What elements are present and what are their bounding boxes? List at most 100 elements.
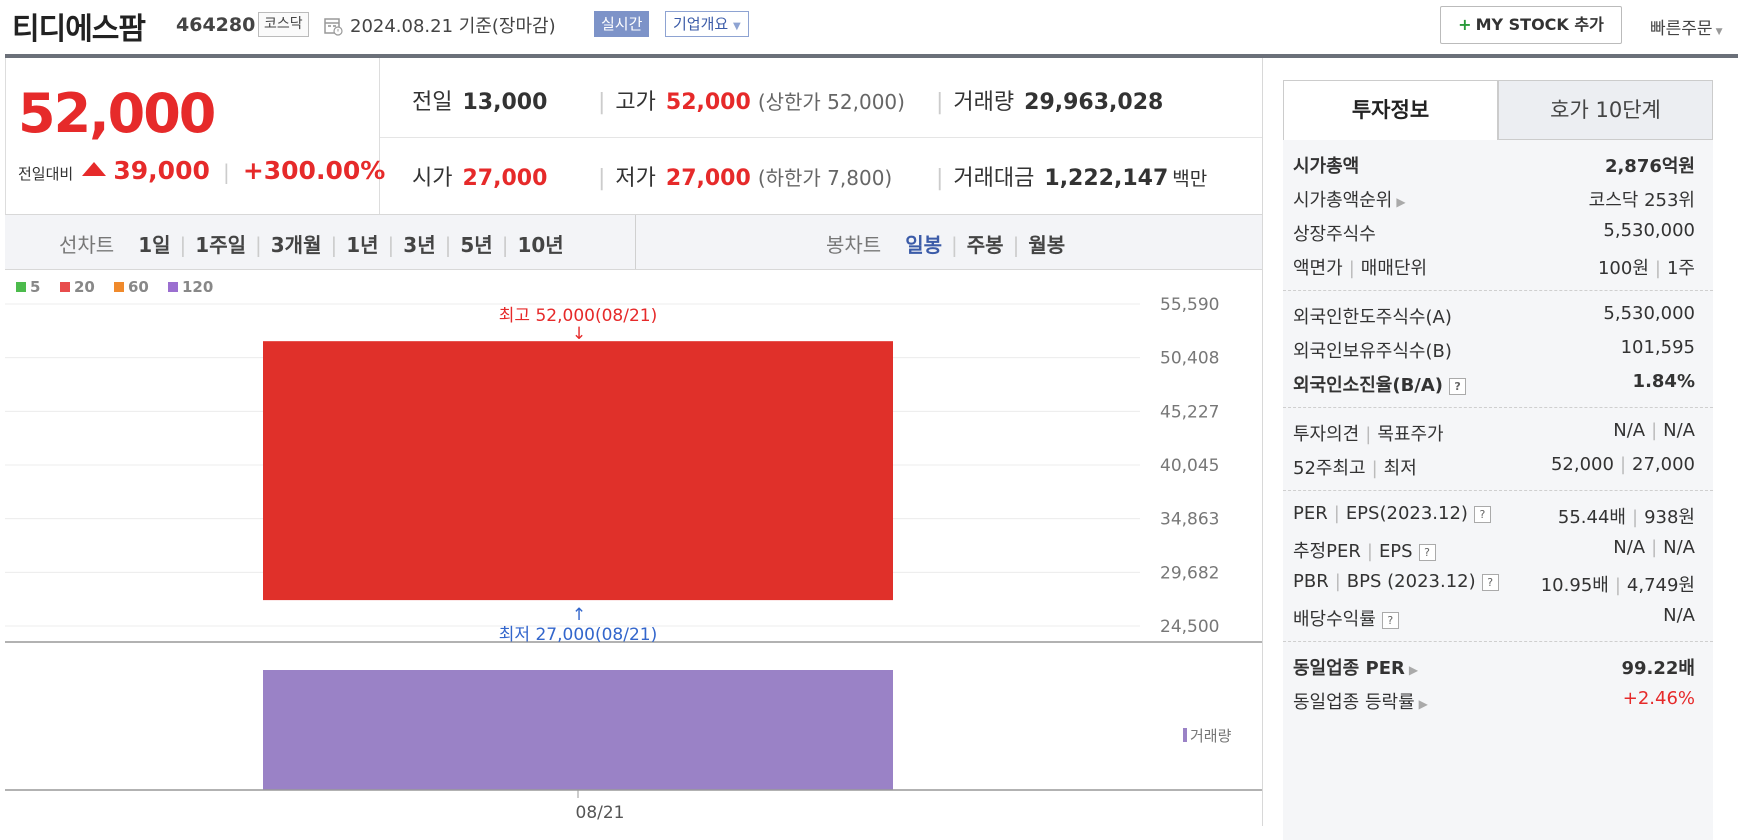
add-mystock-button[interactable]: + MY STOCK 추가: [1440, 6, 1622, 44]
info-table: 시가총액 2,876억원 시가총액순위 ▶ 코스닥 253위 상장주식수 5,530,0…: [1283, 140, 1713, 840]
line-period-0[interactable]: 1일: [138, 233, 170, 257]
help-icon[interactable]: ?: [1381, 612, 1399, 629]
info-value-part: 100원: [1597, 258, 1649, 279]
up-arrow-icon: [82, 162, 107, 176]
help-icon[interactable]: ?: [1449, 378, 1467, 395]
line-chart-periods: 선차트 1일 | 1주일 | 3개월 | 1년 | 3년 | 5년 | 10년: [59, 229, 564, 258]
divider: |: [255, 233, 262, 257]
divider: |: [501, 233, 509, 257]
info-value-part: N/A: [1663, 537, 1695, 558]
y-tick-5: 29,682: [1160, 563, 1219, 583]
tab-orderbook-10[interactable]: 호가 10단계: [1498, 80, 1713, 140]
stat-open: 시가 27,000: [412, 160, 547, 192]
info-section-opinion: 투자의견 | 목표주가 N/A | N/A 52주최고 | 최저 52,000 | 27,000: [1283, 408, 1713, 491]
info-value: 100원 | 1주: [1598, 254, 1695, 280]
info-label: 추정PER | EPS?: [1293, 537, 1436, 563]
info-row: 외국인보유주식수(B) 101,595: [1283, 331, 1713, 365]
help-icon[interactable]: ?: [1473, 506, 1491, 523]
legend-swatch-3: [168, 282, 178, 292]
divider: |: [936, 166, 944, 191]
sector-per-link[interactable]: 동일업종 PER ▶: [1293, 654, 1418, 680]
info-section-market: 시가총액 2,876억원 시가총액순위 ▶ 코스닥 253위 상장주식수 5,530,0…: [1283, 140, 1713, 291]
help-icon[interactable]: ?: [1481, 574, 1499, 591]
candle-chart-label: 봉차트: [826, 233, 882, 257]
info-label: 동일업종 등락률: [1293, 692, 1415, 713]
tab-investment-info[interactable]: 투자정보: [1283, 80, 1498, 140]
info-row: 시가총액순위 ▶ 코스닥 253위: [1283, 180, 1713, 214]
current-price: 52,000: [18, 82, 216, 145]
price-stats: 전일 13,000 | 고가 52,000 (상한가 52,000) | 거래량 29,9…: [380, 58, 1262, 214]
info-value: N/A | N/A: [1613, 537, 1695, 558]
divider: |: [1366, 541, 1373, 562]
volume-legend-swatch: [1183, 728, 1187, 742]
candle-period-1[interactable]: 주봉: [967, 233, 1004, 257]
divider: |: [1333, 503, 1340, 524]
info-value: 99.22배: [1621, 658, 1696, 679]
info-label-part: 추정PER: [1293, 541, 1361, 562]
info-value-part: 4,749원: [1626, 575, 1695, 596]
stat-label: 거래대금: [953, 166, 1035, 191]
divider: |: [1614, 575, 1621, 596]
info-label-part: 배당수익률: [1293, 609, 1376, 630]
info-row: 시가총액 2,876억원: [1283, 146, 1713, 180]
info-row: 동일업종 등락률 ▶ +2.46%: [1283, 682, 1713, 716]
company-overview-dropdown[interactable]: 기업개요 ▼: [665, 11, 749, 37]
upper-limit: (상한가 52,000): [757, 90, 905, 114]
info-value: 코스닥 253위: [1588, 190, 1695, 211]
stat-label: 거래량: [953, 90, 1015, 115]
candle-period-2[interactable]: 월봉: [1028, 233, 1065, 257]
chevron-right-icon: ▶: [1396, 195, 1406, 209]
info-value-part: 27,000: [1632, 454, 1695, 475]
change-label: 전일대비: [18, 165, 74, 183]
change-value: 39,000: [113, 156, 210, 185]
divider: |: [598, 166, 606, 191]
stats-row: 전일 13,000 | 고가 52,000 (상한가 52,000) | 거래량 29,9…: [380, 58, 1262, 138]
line-period-1[interactable]: 1주일: [195, 233, 246, 257]
plus-icon: +: [1458, 15, 1472, 34]
info-label: 외국인보유주식수(B): [1293, 341, 1452, 362]
info-label-part: 매매단위: [1360, 258, 1428, 279]
sector-change-link[interactable]: 동일업종 등락률 ▶: [1293, 688, 1428, 714]
legend-swatch-1: [60, 282, 70, 292]
info-value-part: 1주: [1666, 258, 1695, 279]
divider: |: [1651, 420, 1658, 441]
add-mystock-label: MY STOCK 추가: [1475, 15, 1604, 34]
info-label: 동일업종 PER: [1293, 658, 1405, 679]
info-row: PBR | BPS (2023.12)? 10.95배 | 4,749원: [1283, 565, 1713, 599]
realtime-button[interactable]: 실시간: [594, 11, 650, 37]
line-period-5[interactable]: 5년: [460, 233, 492, 257]
info-row: 추정PER | EPS? N/A | N/A: [1283, 531, 1713, 565]
price-chart: 5 20 60 120 55,590 50,408 45,227 40,045 34,863 29…: [5, 278, 1262, 823]
quick-order-menu[interactable]: 빠른주문 ▼: [1650, 14, 1722, 39]
market-cap-rank-link[interactable]: 시가총액순위 ▶: [1293, 186, 1406, 212]
info-label: 외국인한도주식수(A): [1293, 307, 1452, 328]
y-tick-1: 50,408: [1160, 349, 1219, 369]
info-label-part: EPS: [1378, 541, 1413, 562]
stock-header: 티디에스팜 464280 코스닥 2024.08.21 기준(장마감) 실시간 …: [0, 0, 1738, 52]
info-row: 외국인한도주식수(A) 5,530,000: [1283, 297, 1713, 331]
info-value: 1.84%: [1632, 371, 1695, 392]
divider: |: [1632, 507, 1639, 528]
info-row: 외국인소진율(B/A)? 1.84%: [1283, 365, 1713, 399]
info-label-part: EPS(2023.12): [1345, 503, 1468, 524]
line-period-2[interactable]: 3개월: [271, 233, 322, 257]
candle-bar: [263, 341, 893, 601]
stat-trade-amount: | 거래대금 1,222,147 백만: [936, 160, 1207, 192]
divider: |: [951, 233, 958, 257]
info-row: 액면가 | 매매단위 100원 | 1주: [1283, 248, 1713, 282]
market-badge: 코스닥: [258, 12, 309, 37]
stat-value: 52,000: [665, 90, 751, 115]
candle-period-0[interactable]: 일봉: [905, 233, 942, 257]
divider: |: [387, 233, 395, 257]
divider: |: [936, 90, 944, 115]
divider: |: [330, 233, 338, 257]
line-period-4[interactable]: 3년: [403, 233, 435, 257]
divider: [635, 215, 636, 269]
info-label-part: 액면가: [1293, 258, 1343, 279]
line-period-6[interactable]: 10년: [517, 233, 563, 257]
divider: |: [179, 233, 187, 257]
help-icon[interactable]: ?: [1418, 544, 1436, 561]
info-row: PER | EPS(2023.12)? 55.44배 | 938원: [1283, 497, 1713, 531]
info-value: N/A: [1663, 605, 1695, 626]
line-period-3[interactable]: 1년: [346, 233, 378, 257]
